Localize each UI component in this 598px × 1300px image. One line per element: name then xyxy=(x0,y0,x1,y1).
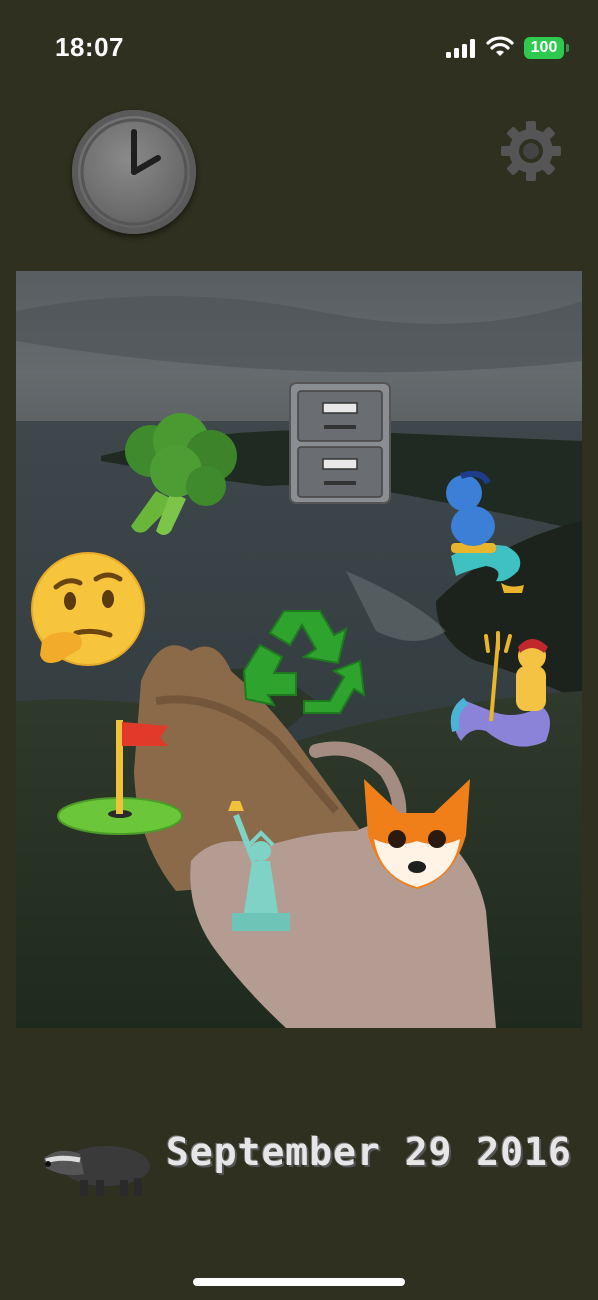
thinking-face-icon[interactable] xyxy=(26,551,148,675)
fox-face-icon[interactable] xyxy=(354,779,480,891)
home-indicator[interactable] xyxy=(193,1278,405,1286)
status-time: 18:07 xyxy=(55,32,124,62)
gear-icon[interactable] xyxy=(500,120,562,182)
file-cabinet-icon[interactable] xyxy=(288,381,392,505)
flag-in-hole-icon[interactable] xyxy=(56,716,184,836)
statue-of-liberty-icon[interactable] xyxy=(214,801,304,933)
status-bar: 18:07 100 xyxy=(0,0,598,96)
badger-icon xyxy=(44,1146,150,1196)
merperson-icon[interactable] xyxy=(446,631,570,761)
broccoli-icon[interactable] xyxy=(116,411,242,541)
cellular-signal-icon xyxy=(446,38,478,58)
clock-icon xyxy=(80,118,188,226)
battery-icon: 100 xyxy=(524,37,564,59)
photo-canvas[interactable] xyxy=(16,271,582,1028)
recycling-symbol-icon[interactable] xyxy=(234,601,370,725)
genie-icon[interactable] xyxy=(426,471,526,601)
battery-tip xyxy=(566,44,569,52)
wifi-icon xyxy=(486,36,514,56)
date-label: September 29 2016 xyxy=(166,1130,572,1174)
clock-button[interactable] xyxy=(72,110,196,234)
